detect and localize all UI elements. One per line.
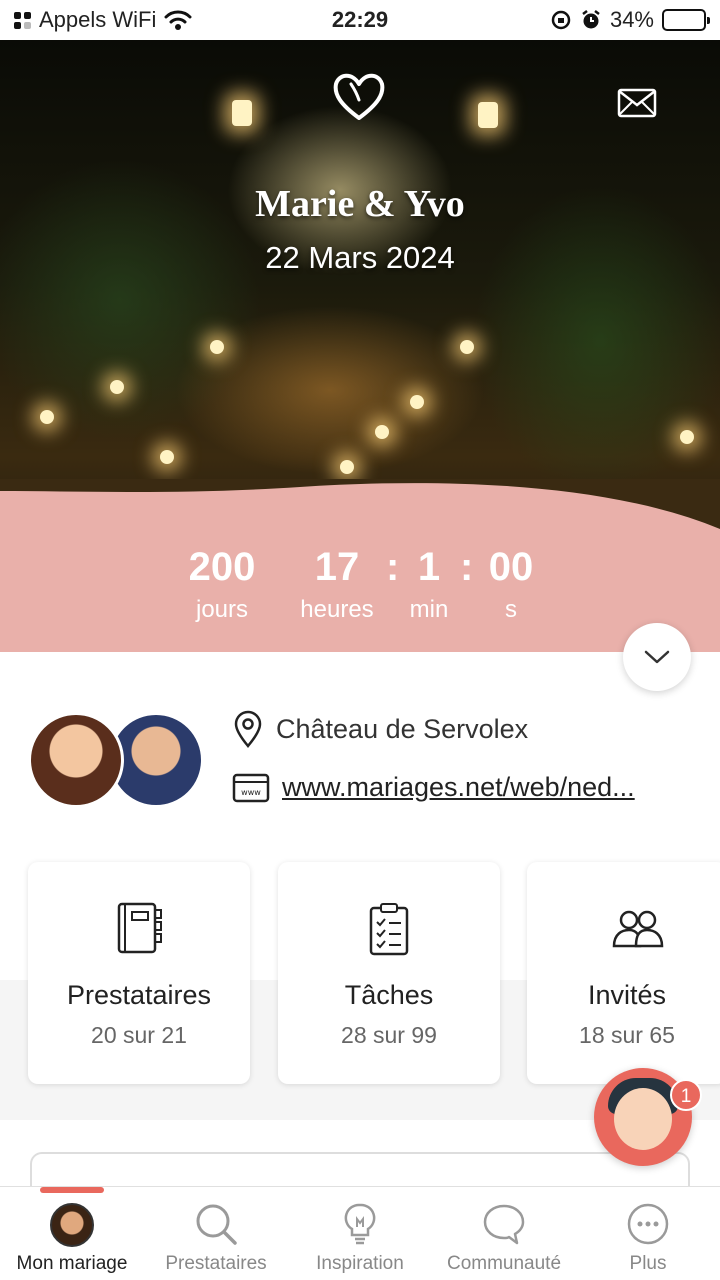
wedding-date: 22 Mars 2024 — [265, 240, 455, 275]
hours-value: 17 — [314, 545, 360, 589]
heart-outline-icon[interactable] — [330, 70, 388, 122]
tab-communaute[interactable]: Communauté — [432, 1187, 576, 1280]
checklist-icon — [369, 903, 409, 956]
lantern-light — [680, 430, 694, 444]
tab-label: Plus — [629, 1253, 667, 1274]
couple-names: Marie & Yvo — [255, 183, 465, 225]
days-value: 200 — [188, 545, 256, 589]
card-count: 28 sur 99 — [341, 1022, 437, 1048]
expand-button[interactable] — [623, 623, 691, 691]
days-label: jours — [195, 596, 249, 623]
avatar — [28, 712, 124, 808]
battery-icon — [662, 9, 710, 31]
status-left: Appels WiFi — [14, 7, 192, 33]
map-pin-icon — [234, 710, 262, 748]
hero-image: Marie & Yvo 22 Mars 2024 — [0, 40, 720, 530]
lantern-light — [410, 395, 424, 409]
countdown-hours: 17 heures — [292, 544, 382, 630]
lamp-light — [478, 102, 498, 128]
chevron-down-icon — [644, 650, 670, 664]
notebook-icon — [117, 902, 162, 954]
minutes-label: min — [409, 596, 449, 623]
card-title: Prestataires — [66, 980, 212, 1010]
seconds-value: 00 — [488, 545, 534, 589]
couple-avatars[interactable] — [28, 712, 208, 808]
card-title: Invités — [587, 980, 667, 1010]
tab-bar: Mon mariage Prestataires Inspiration Com… — [0, 1186, 720, 1280]
countdown-separator: : — [386, 545, 400, 589]
lantern-light — [110, 380, 124, 394]
wifi-icon — [164, 10, 192, 30]
tab-label: Prestataires — [165, 1253, 267, 1274]
more-icon — [627, 1203, 669, 1245]
card-taches[interactable]: Tâches 28 sur 99 — [278, 862, 500, 1084]
card-prestataires[interactable]: Prestataires 20 sur 21 — [28, 862, 250, 1084]
lantern-light — [160, 450, 174, 464]
countdown-seconds: 00 s — [480, 544, 542, 630]
assistant-avatar — [614, 1088, 672, 1150]
countdown-separator: : — [460, 545, 474, 589]
carrier-label: Appels WiFi — [39, 7, 157, 32]
lantern-light — [375, 425, 389, 439]
svg-text:www: www — [241, 788, 261, 797]
card-count: 20 sur 21 — [91, 1022, 187, 1048]
tab-label: Inspiration — [316, 1253, 404, 1274]
tab-label: Mon mariage — [16, 1253, 128, 1274]
tab-label: Communauté — [446, 1253, 562, 1274]
lantern-light — [210, 340, 224, 354]
lantern-light — [460, 340, 474, 354]
lantern-light — [40, 410, 54, 424]
hours-label: heures — [300, 596, 374, 623]
battery-percent: 34% — [609, 7, 654, 32]
seconds-label: s — [505, 596, 517, 623]
search-icon — [196, 1204, 237, 1245]
envelope-icon[interactable] — [617, 88, 657, 118]
lantern-light — [340, 460, 354, 474]
card-title: Tâches — [344, 980, 434, 1010]
countdown-minutes: 1 min — [404, 544, 454, 630]
wave-divider — [0, 479, 720, 529]
card-invites[interactable]: Invités 18 sur 65 — [527, 862, 720, 1084]
minutes-value: 1 — [417, 545, 441, 589]
chat-bubble-icon — [483, 1204, 525, 1245]
tab-plus[interactable]: Plus — [576, 1187, 720, 1280]
tab-mon-mariage[interactable]: Mon mariage — [0, 1187, 144, 1280]
orientation-lock-icon — [551, 10, 571, 30]
venue-name: Château de Servolex — [276, 713, 529, 744]
tab-prestataires[interactable]: Prestataires — [144, 1187, 288, 1280]
active-tab-indicator — [40, 1187, 104, 1193]
notification-badge: 1 — [670, 1079, 702, 1111]
web-icon: www — [232, 773, 270, 802]
card-count: 18 sur 65 — [579, 1022, 675, 1048]
website-link[interactable]: www.mariages.net/web/ned... — [282, 772, 635, 803]
website-row[interactable]: www www.mariages.net/web/ned... — [232, 772, 635, 803]
status-bar: Appels WiFi 22:29 34% — [0, 0, 720, 40]
guests-icon — [612, 910, 664, 948]
countdown-days: 200 jours — [170, 544, 274, 630]
tab-inspiration[interactable]: Inspiration — [288, 1187, 432, 1280]
avatar — [50, 1203, 94, 1247]
countdown-row: 200 jours 17 heures : 1 min : 00 s — [0, 544, 720, 644]
signal-icon — [14, 11, 31, 29]
location-row: Château de Servolex — [232, 710, 528, 748]
countdown-band: 200 jours 17 heures : 1 min : 00 s — [0, 479, 720, 652]
lamp-light — [232, 100, 252, 126]
lightbulb-icon — [344, 1203, 376, 1245]
alarm-icon — [582, 10, 600, 29]
status-right: 34% — [550, 7, 710, 33]
